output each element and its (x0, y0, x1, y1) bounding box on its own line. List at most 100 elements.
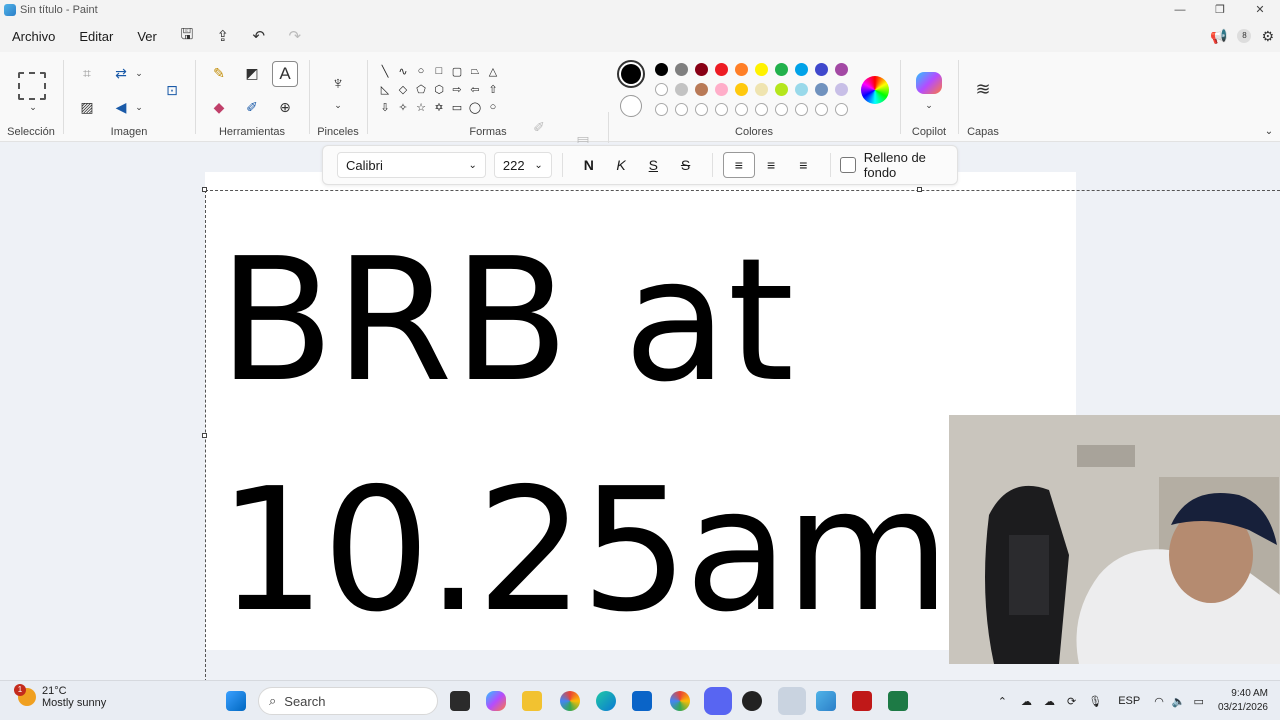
copilot-icon[interactable] (916, 72, 942, 94)
text-tool-icon[interactable]: A (272, 61, 298, 87)
outline-icon[interactable]: ✐ (526, 114, 552, 140)
menu-editar[interactable]: Editar (67, 29, 125, 44)
color-swatch[interactable] (655, 103, 668, 116)
primary-color[interactable] (617, 60, 645, 88)
color-swatch[interactable] (715, 63, 728, 76)
polygon-shape-icon[interactable]: ⏢ (466, 62, 484, 80)
microphone-icon[interactable]: 🎙 (1088, 695, 1102, 708)
cloud-callout-shape-icon[interactable]: ○ (484, 98, 502, 116)
curve-shape-icon[interactable]: ∿ (394, 62, 412, 80)
color-swatch[interactable] (815, 103, 828, 116)
menu-archivo[interactable]: Archivo (0, 29, 67, 44)
discord-icon[interactable] (704, 687, 732, 715)
color-swatch[interactable] (695, 63, 708, 76)
excel-icon[interactable] (888, 691, 908, 711)
down-arrow-shape-icon[interactable]: ⇩ (376, 98, 394, 116)
image-erase-icon[interactable]: ▨ (74, 94, 100, 120)
chevron-down-icon[interactable]: ⌄ (126, 60, 152, 86)
color-swatch[interactable] (775, 83, 788, 96)
align-left-button[interactable]: ≡ (722, 152, 756, 178)
strikethrough-button[interactable]: S (669, 152, 701, 178)
oval-shape-icon[interactable]: ○ (412, 62, 430, 80)
color-swatch[interactable] (715, 103, 728, 116)
color-swatch[interactable] (815, 83, 828, 96)
file-explorer-icon[interactable] (522, 691, 542, 711)
volume-icon[interactable]: 🔈 (1172, 695, 1186, 708)
color-swatch[interactable] (795, 103, 808, 116)
font-family-select[interactable]: Calibri ⌄ (337, 152, 486, 178)
chevron-down-icon[interactable]: ⌄ (1256, 118, 1280, 144)
chevron-up-icon[interactable]: ⌃ (998, 695, 1007, 708)
layers-icon[interactable]: ≋ (970, 76, 996, 102)
edit-colors-icon[interactable] (861, 76, 889, 104)
color-swatch[interactable] (835, 103, 848, 116)
color-swatch[interactable] (735, 103, 748, 116)
announcement-icon[interactable]: 📢 (1210, 28, 1227, 45)
battery-icon[interactable]: ▭ (1194, 695, 1204, 708)
maximize-button[interactable]: ❐ (1200, 0, 1240, 20)
color-swatch[interactable] (795, 63, 808, 76)
wifi-icon[interactable]: ◠ (1154, 695, 1164, 708)
color-swatch[interactable] (775, 103, 788, 116)
windows-start-icon[interactable] (226, 691, 246, 711)
diamond-shape-icon[interactable]: ◇ (394, 80, 412, 98)
background-fill-checkbox[interactable] (840, 157, 856, 173)
color-swatch[interactable] (815, 63, 828, 76)
color-swatch[interactable] (755, 83, 768, 96)
six-point-star-shape-icon[interactable]: ✡ (430, 98, 448, 116)
line-shape-icon[interactable]: ╲ (376, 62, 394, 80)
settings-gear-icon[interactable]: ⚙ (1261, 28, 1274, 45)
taskbar-search[interactable]: ⌕ Search (258, 687, 438, 715)
chevron-down-icon[interactable]: ⌄ (20, 94, 46, 120)
color-swatch[interactable] (835, 63, 848, 76)
align-center-button[interactable]: ≡ (755, 152, 787, 178)
color-swatch[interactable] (695, 103, 708, 116)
color-picker-icon[interactable]: ✐ (239, 94, 265, 120)
rectangle-shape-icon[interactable]: □ (430, 62, 448, 80)
color-swatch[interactable] (755, 103, 768, 116)
refresh-icon[interactable]: ⟳ (1067, 695, 1076, 708)
magnifier-icon[interactable]: ⊕ (272, 94, 298, 120)
pencil-icon[interactable]: ✎ (206, 60, 232, 86)
paint-taskbar-icon[interactable] (816, 691, 836, 711)
chevron-down-icon[interactable]: ⌄ (916, 92, 942, 118)
color-swatch[interactable] (775, 63, 788, 76)
obs-icon[interactable] (742, 691, 762, 711)
eraser-icon[interactable]: ◆ (206, 94, 232, 120)
color-swatch[interactable] (675, 63, 688, 76)
image-generator-icon[interactable]: ⊡ (158, 76, 186, 104)
color-swatch[interactable] (835, 83, 848, 96)
active-app-icon[interactable] (778, 687, 806, 715)
clock[interactable]: 9:40 AM 03/21/2026 (1218, 687, 1268, 715)
left-arrow-shape-icon[interactable]: ⇦ (466, 80, 484, 98)
close-button[interactable]: ✕ (1240, 0, 1280, 20)
save-icon[interactable]: 🖫 (169, 24, 205, 49)
fill-bucket-icon[interactable]: ◩ (239, 60, 265, 86)
color-swatch[interactable] (715, 83, 728, 96)
resize-handle[interactable] (202, 433, 207, 438)
mcafee-icon[interactable] (852, 691, 872, 711)
share-icon[interactable]: ⇪ (205, 27, 241, 45)
undo-icon[interactable]: ↶ (241, 27, 277, 45)
chrome-profile-icon[interactable] (670, 691, 690, 711)
language-indicator[interactable]: ESP (1118, 695, 1140, 707)
rect-callout-shape-icon[interactable]: ▭ (448, 98, 466, 116)
align-right-button[interactable]: ≡ (787, 152, 819, 178)
color-swatch[interactable] (695, 83, 708, 96)
up-arrow-shape-icon[interactable]: ⇧ (484, 80, 502, 98)
canvas-text-line-1[interactable]: BRB at (218, 236, 794, 406)
pentagon-shape-icon[interactable]: ⬠ (412, 80, 430, 98)
edge-icon[interactable] (596, 691, 616, 711)
onedrive-icon[interactable]: ☁ (1021, 695, 1032, 708)
right-arrow-shape-icon[interactable]: ⇨ (448, 80, 466, 98)
color-swatch[interactable] (795, 83, 808, 96)
task-view-icon[interactable] (450, 691, 470, 711)
color-swatch[interactable] (755, 63, 768, 76)
hexagon-shape-icon[interactable]: ⬡ (430, 80, 448, 98)
rounded-rectangle-shape-icon[interactable]: ▢ (448, 62, 466, 80)
oval-callout-shape-icon[interactable]: ◯ (466, 98, 484, 116)
resize-handle[interactable] (202, 187, 207, 192)
color-swatch[interactable] (675, 83, 688, 96)
notification-count[interactable]: 8 (1237, 29, 1252, 43)
italic-button[interactable]: K (605, 152, 637, 178)
